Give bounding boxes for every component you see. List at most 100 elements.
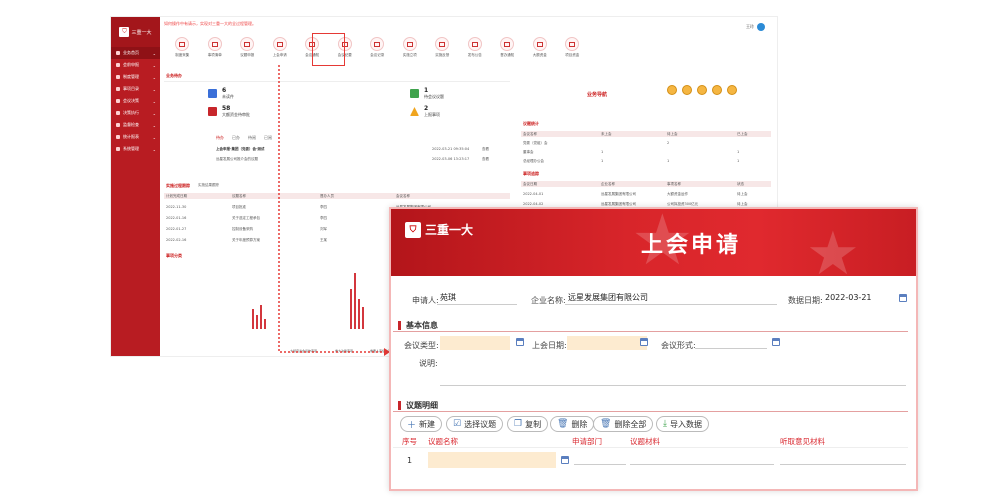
avatar[interactable] xyxy=(757,23,765,31)
menu-icon xyxy=(116,87,120,91)
meeting-type-field[interactable] xyxy=(440,336,510,350)
dept-cell[interactable] xyxy=(574,452,626,465)
tab-todo[interactable]: 待办 xyxy=(216,135,224,141)
todo-row-title[interactable]: 上会申报-集团（党委）会-测试 xyxy=(216,147,264,152)
coin-icon[interactable] xyxy=(697,85,707,95)
copy-icon: ❐ xyxy=(514,419,523,429)
tool-item[interactable]: 事项清单 xyxy=(199,37,232,67)
sidebar-item[interactable]: 会前申报 ⌄ xyxy=(111,59,160,71)
tab-read[interactable]: 已阅 xyxy=(264,135,272,141)
delete-all-icon: 🗑 xyxy=(600,419,612,429)
apply-icon xyxy=(272,37,287,51)
tool-item[interactable]: 会议记录 xyxy=(361,37,394,67)
tool-item-meeting-apply[interactable]: 上会申请 xyxy=(264,37,297,67)
tool-label: 发布公告 xyxy=(467,53,482,57)
delete-button[interactable]: 🗑 删除 xyxy=(550,416,595,432)
sidebar-item[interactable]: 统计报表 ⌄ xyxy=(111,131,160,143)
sidebar-item[interactable]: 监督检查 ⌄ xyxy=(111,119,160,131)
impl-head-cell: 督办人员 xyxy=(320,194,334,198)
todo-row-title[interactable]: 远星发展公司推介会的议题 xyxy=(216,157,258,162)
sidebar-item-label: 业务首页 xyxy=(123,50,139,55)
form-banner: ★ ★ ⛉ 三重一大 上会申请 xyxy=(391,209,916,276)
fund-icon xyxy=(565,37,580,51)
tab-toread[interactable]: 待阅 xyxy=(248,135,256,141)
note-field[interactable] xyxy=(440,356,906,386)
chart-bar xyxy=(350,289,352,329)
chevron-down-icon: ⌄ xyxy=(152,134,156,140)
highlight-box xyxy=(312,33,345,66)
calendar-icon[interactable] xyxy=(640,338,648,346)
meeting-cell: 1 xyxy=(737,150,740,154)
new-button[interactable]: ＋新建 xyxy=(400,416,443,432)
company-field[interactable]: 远星发展集团有限公司 xyxy=(565,292,777,305)
sidebar: ⛉ 三重一大 业务首页 ⌄ 会前申报 ⌄ 制度管理 ⌄ 事项目录 ⌄ 会议决策 ⌄ 决策执… xyxy=(111,17,160,356)
coin-icon[interactable] xyxy=(727,85,737,95)
table-divider xyxy=(393,447,908,448)
section-divider xyxy=(393,411,908,412)
tool-item[interactable]: 发布公告 xyxy=(459,37,492,67)
tool-item[interactable]: 议题申报 xyxy=(231,37,264,67)
tool-item[interactable]: 实施反馈 xyxy=(426,37,459,67)
select-list-icon[interactable] xyxy=(561,456,569,464)
button-label: 复制 xyxy=(525,419,542,429)
coin-icon[interactable] xyxy=(682,85,692,95)
warning-icon xyxy=(410,107,419,116)
impl-tab2[interactable]: 实施结果跟踪 xyxy=(198,183,219,188)
meeting-head-cell: 会议名称 xyxy=(523,132,537,136)
sidebar-item[interactable]: 决策执行 ⌄ xyxy=(111,107,160,119)
coin-icon[interactable] xyxy=(667,85,677,95)
meeting-form-field[interactable] xyxy=(695,336,767,349)
chart-bar xyxy=(358,299,360,329)
opinion-cell[interactable] xyxy=(780,452,906,465)
sidebar-item[interactable]: 事项目录 ⌄ xyxy=(111,83,160,95)
material-cell[interactable] xyxy=(630,452,774,465)
tool-label: 议题申报 xyxy=(240,53,255,57)
tool-item[interactable]: 制度采集 xyxy=(166,37,199,67)
applicant-label: 申请人: xyxy=(412,296,439,305)
topic-name-cell[interactable] xyxy=(428,452,556,468)
tool-item[interactable]: 大额资金 xyxy=(524,37,557,67)
coin-icon[interactable] xyxy=(712,85,722,95)
meeting-cell: 总经理办公会 xyxy=(523,159,544,163)
impl-head-cell: 议题名称 xyxy=(232,194,246,198)
meeting-cell: 2 xyxy=(667,141,670,145)
form-title: 上会申请 xyxy=(640,233,741,258)
tool-item[interactable]: 实施立项 xyxy=(394,37,427,67)
select-list-icon[interactable] xyxy=(516,338,524,346)
plus-icon: ＋ xyxy=(407,420,417,431)
delete-all-button[interactable]: 🗑 删除全部 xyxy=(593,416,654,432)
sidebar-item[interactable]: 系统管理 ⌄ xyxy=(111,143,160,155)
select-list-icon[interactable] xyxy=(772,338,780,346)
chart-bar xyxy=(252,309,254,329)
record-head-cell: 状态 xyxy=(737,182,744,186)
company-label: 企业名称: xyxy=(531,296,566,305)
section-impl-title[interactable]: 实施过程跟踪 xyxy=(166,183,190,189)
meeting-cell: 董事会 xyxy=(523,150,534,154)
calendar-icon[interactable] xyxy=(899,294,907,302)
select-topic-button[interactable]: ☑ 选择议题 xyxy=(446,416,504,432)
tool-item[interactable]: 督办通知 xyxy=(491,37,524,67)
import-icon: ⤓ xyxy=(663,419,667,429)
sidebar-item[interactable]: 业务首页 ⌄ xyxy=(111,47,160,59)
record-cell: 2022-04-01 xyxy=(523,192,544,196)
tab-done[interactable]: 已办 xyxy=(232,135,240,141)
meeting-topic-icon xyxy=(410,89,419,98)
stat-report: 2 上报事项 xyxy=(424,105,440,117)
impl-cell: 2022-02-16 xyxy=(166,238,187,242)
impl-head-cell: 计划完成日期 xyxy=(166,194,187,198)
sidebar-item[interactable]: 制度管理 ⌄ xyxy=(111,71,160,83)
tool-item[interactable]: 项目资金 xyxy=(556,37,589,67)
todo-row-action[interactable]: 查看 xyxy=(482,157,489,162)
applicant-field[interactable]: 苑琪 xyxy=(437,292,517,305)
tool-label: 督办通知 xyxy=(500,53,515,57)
user-menu[interactable]: 王玲 xyxy=(746,23,765,31)
sidebar-item[interactable]: 会议决策 ⌄ xyxy=(111,95,160,107)
date-field[interactable]: 2022-03-21 xyxy=(822,292,894,305)
chart-bar xyxy=(260,305,262,329)
copy-button[interactable]: ❐ 复制 xyxy=(507,416,549,432)
sidebar-item-label: 系统管理 xyxy=(123,146,139,151)
meeting-type-label: 会议类型: xyxy=(404,341,439,350)
meeting-date-field[interactable] xyxy=(567,336,647,350)
import-button[interactable]: ⤓ 导入数据 xyxy=(656,416,709,432)
todo-row-action[interactable]: 查看 xyxy=(482,147,489,152)
